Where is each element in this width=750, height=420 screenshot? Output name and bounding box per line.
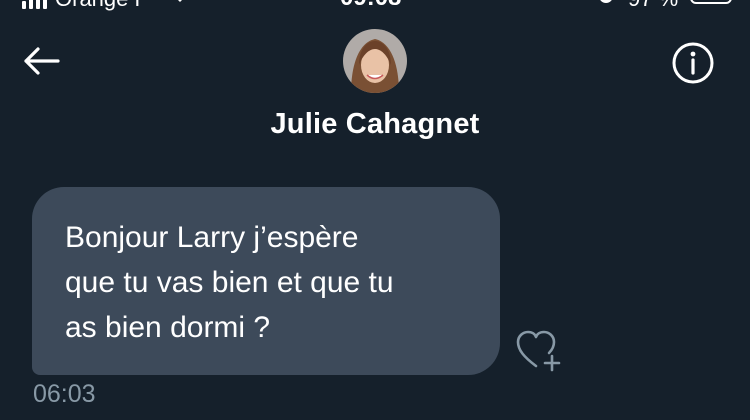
avatar[interactable] [343,29,407,93]
heart-plus-icon [516,330,561,372]
message-text: Bonjour Larry j’espère que tu vas bien e… [65,221,394,344]
message-bubble[interactable]: Bonjour Larry j’espère que tu vas bien e… [32,187,500,375]
status-bar: Orange F 09:08 97 % [0,0,750,12]
message-timestamp: 06:03 [33,380,96,408]
back-button[interactable] [20,42,62,80]
alarm-icon [600,0,612,3]
battery-percent: 97 % [628,0,678,12]
carrier-label: Orange F [55,0,148,12]
arrow-left-icon [24,47,60,75]
like-button[interactable] [514,328,566,374]
info-icon [672,42,714,84]
signal-icon [22,0,47,9]
avatar-photo [343,29,407,93]
status-time: 09:08 [340,0,401,12]
battery-icon [690,0,732,4]
info-button[interactable] [670,40,716,86]
contact-name[interactable]: Julie Cahagnet [0,108,750,141]
wifi-icon [178,0,182,2]
